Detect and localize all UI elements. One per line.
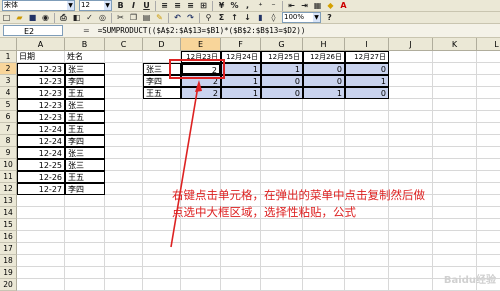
- annotation-line-1: 右键点击单元格，在弹出的菜单中点击复制然后做: [172, 188, 425, 202]
- baidu-watermark: Baidu经验: [443, 275, 496, 286]
- annotation-line-2: 点选中大框区域，选择性粘贴，公式: [172, 205, 356, 219]
- red-arrow-annotation: [170, 80, 202, 248]
- arrow-shaft: [170, 85, 199, 248]
- arrow-head: [195, 80, 202, 92]
- instruction-annotation: 右键点击单元格，在弹出的菜单中点击复制然后做 点选中大框区域，选择性粘贴，公式: [172, 187, 462, 221]
